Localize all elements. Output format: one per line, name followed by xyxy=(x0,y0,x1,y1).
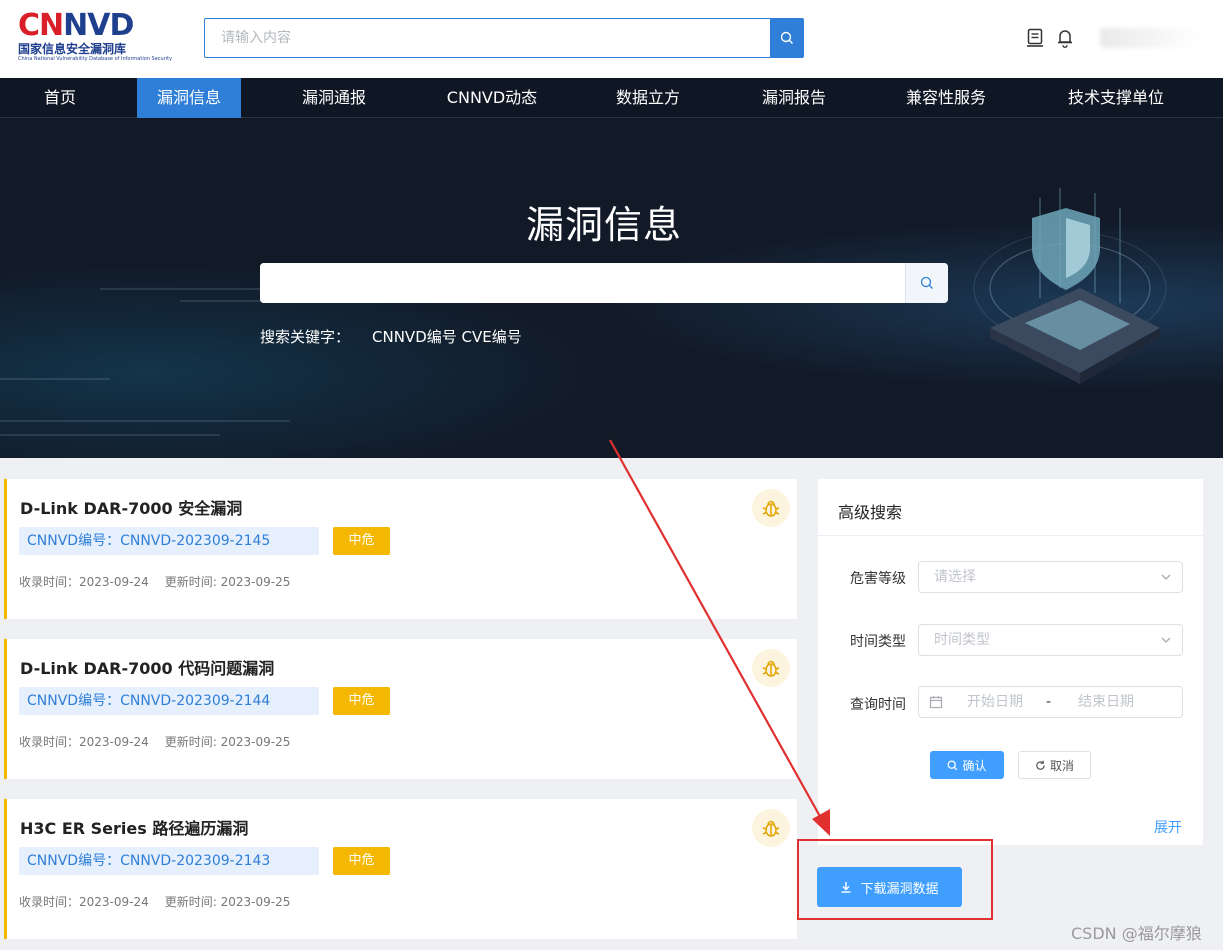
chevron-down-icon xyxy=(1161,574,1171,580)
search-icon xyxy=(780,31,793,44)
confirm-button[interactable]: 确认 xyxy=(930,751,1004,779)
document-icon[interactable] xyxy=(1025,27,1045,49)
query-time-label: 查询时间 xyxy=(850,697,906,713)
start-date-input[interactable]: 开始日期 xyxy=(967,687,1023,717)
logo-chinese-name: 国家信息安全漏洞库 xyxy=(18,42,127,56)
time-type-label: 时间类型 xyxy=(850,634,906,650)
site-header: CNNVD 国家信息安全漏洞库 China National Vulnerabi… xyxy=(0,0,1223,78)
time-type-select[interactable]: 时间类型 xyxy=(918,624,1183,656)
severity-select[interactable]: 请选择 xyxy=(918,561,1183,593)
vuln-dates: 收录时间：2023-09-24 更新时间: 2023-09-25 xyxy=(19,575,291,589)
search-keywords: 搜索关键字： CNNVD编号 CVE编号 xyxy=(260,326,522,347)
nav-item-vuln-report[interactable]: 漏洞报告 xyxy=(744,78,844,118)
vuln-cnnvd-id[interactable]: CNNVD编号：CNNVD-202309-2144 xyxy=(19,687,319,715)
expand-link[interactable]: 展开 xyxy=(1154,817,1182,837)
bell-icon[interactable] xyxy=(1055,27,1075,49)
nav-item-vuln-info[interactable]: 漏洞信息 xyxy=(137,78,241,118)
end-date-input[interactable]: 结束日期 xyxy=(1078,687,1134,717)
header-search-button[interactable] xyxy=(770,19,803,57)
cnnvd-logo[interactable]: CNNVD 国家信息安全漏洞库 China National Vulnerabi… xyxy=(18,10,173,68)
advanced-search-panel: 高级搜索 危害等级 请选择 时间类型 时间类型 查询时间 开始日期 - 结束日期… xyxy=(818,479,1203,845)
user-account[interactable] xyxy=(1100,28,1200,48)
vuln-dates: 收录时间：2023-09-24 更新时间: 2023-09-25 xyxy=(19,735,291,749)
severity-badge: 中危 xyxy=(333,847,390,875)
header-search xyxy=(204,18,804,58)
date-range-picker[interactable]: 开始日期 - 结束日期 xyxy=(918,686,1183,718)
calendar-icon xyxy=(929,696,943,709)
vuln-cnnvd-id[interactable]: CNNVD编号：CNNVD-202309-2143 xyxy=(19,847,319,875)
vuln-title[interactable]: D-Link DAR-7000 代码问题漏洞 xyxy=(20,655,274,679)
severity-label: 危害等级 xyxy=(850,571,906,587)
nav-item-tech-support[interactable]: 技术支撑单位 xyxy=(1050,78,1182,118)
nav-item-cnnvd-news[interactable]: CNNVD动态 xyxy=(432,78,552,118)
annotation-highlight-box xyxy=(797,839,993,920)
watermark: CSDN @福尔摩狼 xyxy=(1071,924,1202,943)
cancel-button[interactable]: 取消 xyxy=(1018,751,1091,779)
severity-badge: 中危 xyxy=(333,527,390,555)
vuln-cnnvd-id[interactable]: CNNVD编号：CNNVD-202309-2145 xyxy=(19,527,319,555)
nav-item-home[interactable]: 首页 xyxy=(0,78,120,118)
vuln-card[interactable]: H3C ER Series 路径遍历漏洞 CNNVD编号：CNNVD-20230… xyxy=(4,799,797,939)
nav-item-vuln-bulletin[interactable]: 漏洞通报 xyxy=(284,78,384,118)
bug-icon xyxy=(752,809,790,847)
logo-english-name: China National Vulnerability Database of… xyxy=(18,56,173,62)
refresh-icon xyxy=(1036,760,1045,770)
banner-search xyxy=(260,263,948,303)
divider xyxy=(818,535,1203,536)
nav-item-compat-service[interactable]: 兼容性服务 xyxy=(890,78,1002,118)
banner-search-input[interactable] xyxy=(260,263,905,303)
search-icon xyxy=(920,276,933,289)
banner-search-button[interactable] xyxy=(905,263,948,303)
chevron-down-icon xyxy=(1161,637,1171,643)
keywords-label: 搜索关键字： xyxy=(260,328,351,346)
vuln-card[interactable]: D-Link DAR-7000 安全漏洞 CNNVD编号：CNNVD-20230… xyxy=(4,479,797,619)
bug-icon xyxy=(752,649,790,687)
main-nav: 首页 漏洞信息 漏洞通报 CNNVD动态 数据立方 漏洞报告 兼容性服务 技术支… xyxy=(0,78,1223,118)
bug-icon xyxy=(752,489,790,527)
nav-item-data-cube[interactable]: 数据立方 xyxy=(598,78,698,118)
search-icon xyxy=(948,760,958,770)
hero-banner: 漏洞信息 搜索关键字： CNNVD编号 CVE编号 xyxy=(0,118,1223,458)
vuln-title[interactable]: H3C ER Series 路径遍历漏洞 xyxy=(20,815,248,839)
vuln-dates: 收录时间：2023-09-24 更新时间: 2023-09-25 xyxy=(19,895,291,909)
vuln-title[interactable]: D-Link DAR-7000 安全漏洞 xyxy=(20,495,242,519)
keywords-value[interactable]: CNNVD编号 CVE编号 xyxy=(372,328,522,346)
vuln-card[interactable]: D-Link DAR-7000 代码问题漏洞 CNNVD编号：CNNVD-202… xyxy=(4,639,797,779)
advanced-search-title: 高级搜索 xyxy=(838,503,903,522)
severity-badge: 中危 xyxy=(333,687,390,715)
banner-title: 漏洞信息 xyxy=(525,203,682,247)
header-search-input[interactable] xyxy=(205,19,771,57)
